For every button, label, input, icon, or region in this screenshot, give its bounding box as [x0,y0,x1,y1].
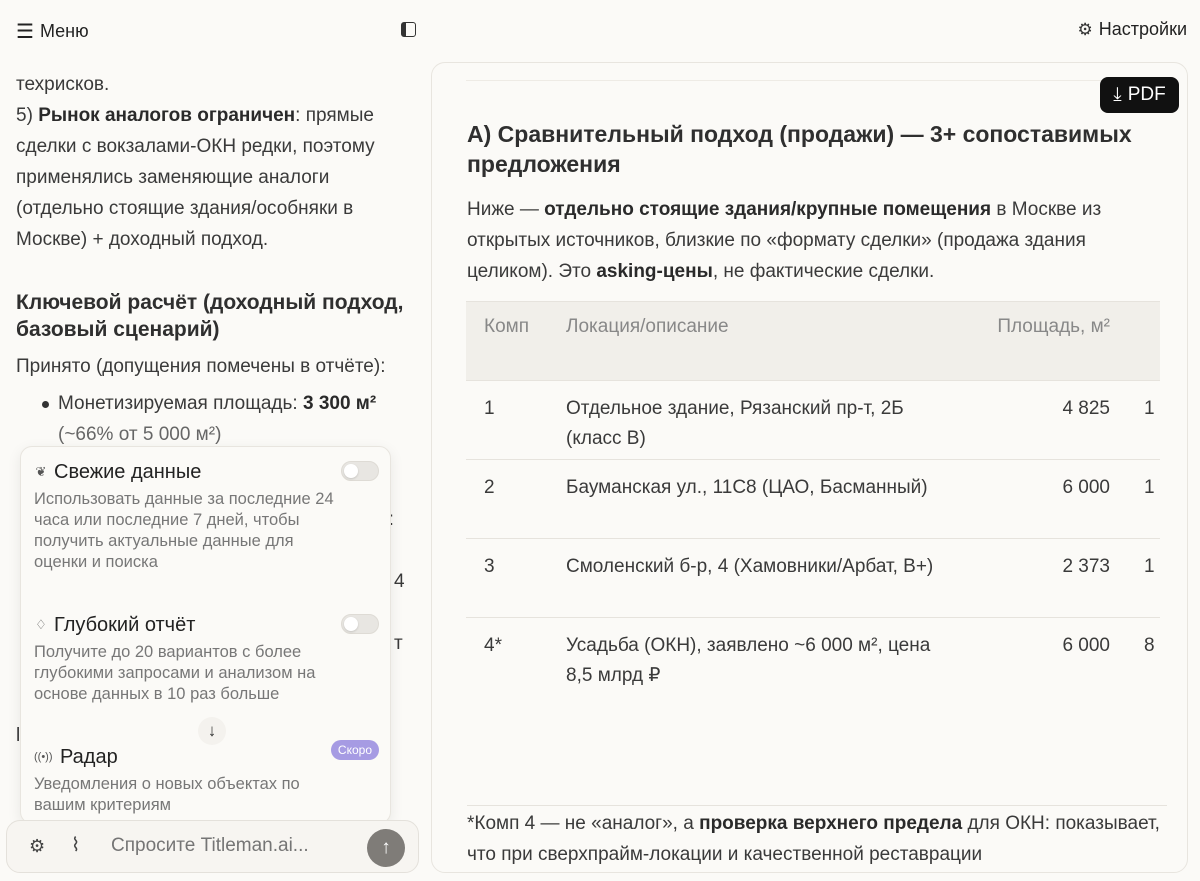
report-panel: ⤓ PDF А) Сравнительный подход (продажи) … [431,62,1188,873]
cell-description: Смоленский б-р, 4 (Хамовники/Арбат, B+) [566,556,934,577]
option-title: Глубокий отчёт [54,613,196,636]
cell-comp: 4* [484,635,502,656]
deep-report-toggle[interactable] [341,614,379,634]
cell-next: 1 [1144,477,1155,498]
table-row: 2 Бауманская ул., 11С8 (ЦАО, Басманный) … [466,459,1160,538]
radar-icon: ((•)) [34,751,53,763]
leaf-icon: ❦ [35,464,47,479]
arrow-up-icon: ↑ [381,837,391,858]
list-item: Монетизируемая площадь: 3 300 м² (~66% от… [42,388,416,450]
chat-item-5: 5) Рынок аналогов ограничен: прямые сдел… [16,105,375,250]
assumptions-list: Монетизируемая площадь: 3 300 м² (~66% от… [42,388,416,450]
report-heading: А) Сравнительный подход (продажи) — 3+ с… [467,121,1132,177]
options-popover: ❦ Свежие данные Использовать данные за п… [20,446,391,824]
comparables-table: Комп Локация/описание Площадь, м² 1 Отде… [466,301,1160,787]
option-title: Радар [60,745,118,768]
message-composer: ⚙ ⌇ ↑ [6,820,419,873]
cell-comp: 3 [484,556,495,577]
option-description: Использовать данные за последние 24 часа… [34,490,334,571]
table-row: 3 Смоленский б-р, 4 (Хамовники/Арбат, B+… [466,538,1160,617]
settings-label: Настройки [1098,19,1187,39]
column-header: Локация/описание [566,316,729,337]
table-header-row: Комп Локация/описание Площадь, м² [466,301,1160,380]
chat-fragment: 4 [394,571,405,592]
fresh-data-toggle[interactable] [341,461,379,481]
section-title: Ключевой расчёт (доходный подход, базовы… [16,291,404,341]
cell-comp: 2 [484,477,495,498]
cell-next: 1 [1144,556,1155,577]
menu-button[interactable]: ☰ Меню [16,19,89,44]
cell-description: Бауманская ул., 11С8 (ЦАО, Басманный) [566,477,928,498]
arrow-down-icon: ↓ [207,721,217,740]
cell-description: Отдельное здание, Рязанский пр-т, 2Б (кл… [566,398,904,449]
assumptions-line: Принято (допущения помечены в отчёте): [16,356,386,377]
chat-fragment: т [394,633,403,654]
option-title: Свежие данные [54,460,202,483]
lightbulb-icon: ♢ [35,617,47,632]
sidebar-toggle-icon[interactable] [401,22,416,37]
coming-soon-badge: Скоро [330,740,379,760]
cell-area: 2 373 [1062,556,1110,577]
sliders-icon[interactable]: ⚙ [29,836,45,857]
cell-area: 6 000 [1062,635,1110,656]
option-deep-report[interactable]: ♢ Глубокий отчёт Получите до 20 варианто… [34,612,379,705]
table-footnote: *Комп 4 — не «аналог», а проверка верхне… [467,805,1167,870]
message-input[interactable] [111,835,351,857]
cell-description: Усадьба (ОКН), заявлено ~6 000 м², цена … [566,635,931,686]
divider [466,80,1160,81]
cell-next: 8 [1144,635,1155,656]
column-header: Площадь, м² [997,316,1110,337]
option-description: Получите до 20 вариантов с более глубоки… [34,643,316,703]
cell-next: 1 [1144,398,1155,419]
send-button[interactable]: ↑ [367,829,405,867]
gear-icon: ⚙ [1077,19,1093,39]
menu-label: Меню [39,21,89,41]
option-radar[interactable]: ((•)) Радар Скоро Уведомления о новых об… [34,740,379,816]
paperclip-icon[interactable]: ⌇ [71,834,80,857]
option-description: Уведомления о новых объектах по вашим кр… [34,775,300,814]
cell-area: 6 000 [1062,477,1110,498]
report-intro: Ниже — отдельно стоящие здания/крупные п… [467,199,1102,282]
table-row: 4* Усадьба (ОКН), заявлено ~6 000 м², це… [466,617,1160,787]
menu-icon: ☰ [16,21,34,43]
option-fresh-data[interactable]: ❦ Свежие данные Использовать данные за п… [34,459,379,573]
cell-area: 4 825 [1062,398,1110,419]
scroll-down-button[interactable]: ↓ [198,717,226,745]
column-header: Комп [484,316,529,337]
cell-comp: 1 [484,398,495,419]
top-bar: ☰ Меню ⚙ Настройки [0,0,1200,60]
table-row: 1 Отдельное здание, Рязанский пр-т, 2Б (… [466,380,1160,459]
pdf-label: PDF [1127,84,1166,105]
download-pdf-button[interactable]: ⤓ PDF [1100,77,1179,113]
settings-button[interactable]: ⚙ Настройки [1077,19,1187,40]
chat-line: техрисков. [16,74,110,95]
download-icon: ⤓ [1113,84,1122,105]
